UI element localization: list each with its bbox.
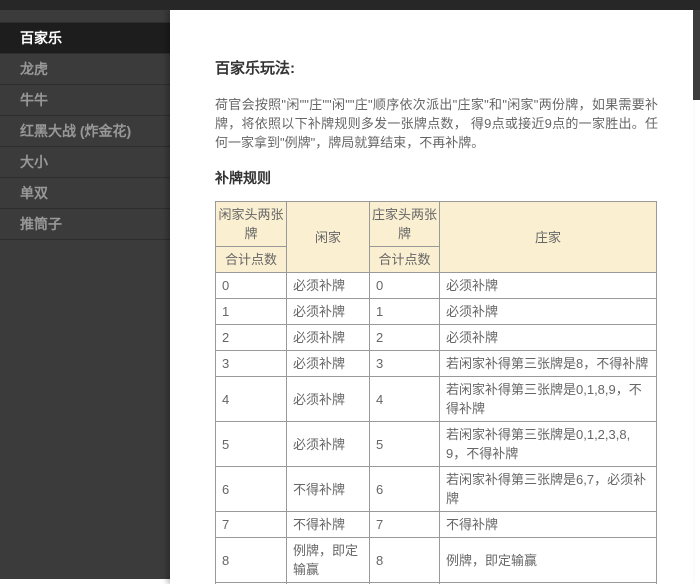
cell-banker-rule: 例牌，即定输赢 — [440, 538, 657, 583]
table-row: 8例牌，即定输赢8例牌，即定输赢 — [216, 538, 657, 583]
cell-banker-points: 1 — [370, 299, 440, 325]
cell-banker-points: 8 — [370, 538, 440, 583]
page-title: 百家乐玩法: — [215, 57, 658, 78]
cell-banker-points: 0 — [370, 273, 440, 299]
sidebar-item-2[interactable]: 牛牛 — [0, 85, 170, 116]
table-row: 0必须补牌0必须补牌 — [216, 273, 657, 299]
cell-player-points: 2 — [216, 325, 287, 351]
header-banker-two-cards: 庄家头两张牌 — [370, 202, 440, 247]
sidebar-item-0[interactable]: 百家乐 — [0, 23, 170, 54]
cell-banker-points: 4 — [370, 377, 440, 422]
cell-banker-points: 5 — [370, 422, 440, 467]
header-player-two-cards: 闲家头两张牌 — [216, 202, 287, 247]
sidebar-item-5[interactable]: 单双 — [0, 178, 170, 209]
cell-player-points: 6 — [216, 467, 287, 512]
cell-player-rule: 必须补牌 — [287, 299, 370, 325]
sidebar-menu: 百家乐龙虎牛牛红黑大战 (炸金花)大小单双推筒子 — [0, 22, 170, 240]
scrollbar-thumb[interactable] — [693, 10, 700, 100]
cell-banker-rule: 不得补牌 — [440, 512, 657, 538]
cell-player-rule: 必须补牌 — [287, 351, 370, 377]
header-player: 闲家 — [287, 202, 370, 273]
cell-player-rule: 必须补牌 — [287, 377, 370, 422]
table-row: 1必须补牌1必须补牌 — [216, 299, 657, 325]
cell-banker-points: 6 — [370, 467, 440, 512]
content-panel: 百家乐玩法: 荷官会按照"闲""庄""闲""庄"顺序依次派出"庄家"和"闲家"两… — [170, 10, 693, 584]
game-description: 荷官会按照"闲""庄""闲""庄"顺序依次派出"庄家"和"闲家"两份牌，如果需要… — [215, 95, 658, 152]
sidebar-item-3[interactable]: 红黑大战 (炸金花) — [0, 116, 170, 147]
cell-player-rule: 必须补牌 — [287, 422, 370, 467]
cell-player-rule: 不得补牌 — [287, 467, 370, 512]
cell-player-points: 8 — [216, 538, 287, 583]
cell-player-rule: 必须补牌 — [287, 325, 370, 351]
cell-player-points: 0 — [216, 273, 287, 299]
cell-banker-rule: 若闲家补得第三张牌是6,7，必须补牌 — [440, 467, 657, 512]
cell-banker-points: 2 — [370, 325, 440, 351]
rules-title: 补牌规则 — [215, 168, 658, 188]
header-banker: 庄家 — [440, 202, 657, 273]
header-banker-total: 合计点数 — [370, 247, 440, 273]
rules-table-body: 0必须补牌0必须补牌1必须补牌1必须补牌2必须补牌2必须补牌3必须补牌3若闲家补… — [216, 273, 657, 584]
cell-banker-rule: 必须补牌 — [440, 325, 657, 351]
sidebar-footer-gap — [0, 579, 170, 584]
rules-table: 闲家头两张牌 闲家 庄家头两张牌 庄家 合计点数 合计点数 0必须补牌0必须补牌… — [215, 201, 657, 584]
cell-player-rule: 例牌，即定输赢 — [287, 538, 370, 583]
cell-banker-rule: 必须补牌 — [440, 273, 657, 299]
cell-player-rule: 必须补牌 — [287, 273, 370, 299]
cell-banker-rule: 若闲家补得第三张牌是0,1,8,9，不得补牌 — [440, 377, 657, 422]
cell-banker-rule: 若闲家补得第三张牌是0,1,2,3,8,9，不得补牌 — [440, 422, 657, 467]
sidebar-item-1[interactable]: 龙虎 — [0, 54, 170, 85]
table-row: 7不得补牌7不得补牌 — [216, 512, 657, 538]
header-player-total: 合计点数 — [216, 247, 287, 273]
table-row: 2必须补牌2必须补牌 — [216, 325, 657, 351]
cell-player-points: 5 — [216, 422, 287, 467]
sidebar: 百家乐龙虎牛牛红黑大战 (炸金花)大小单双推筒子 — [0, 10, 170, 579]
sidebar-item-4[interactable]: 大小 — [0, 147, 170, 178]
cell-player-points: 7 — [216, 512, 287, 538]
cell-player-points: 4 — [216, 377, 287, 422]
top-bar — [0, 0, 700, 10]
cell-player-points: 3 — [216, 351, 287, 377]
cell-banker-points: 7 — [370, 512, 440, 538]
table-row: 5必须补牌5若闲家补得第三张牌是0,1,2,3,8,9，不得补牌 — [216, 422, 657, 467]
cell-banker-points: 3 — [370, 351, 440, 377]
table-row: 6不得补牌6若闲家补得第三张牌是6,7，必须补牌 — [216, 467, 657, 512]
cell-player-points: 1 — [216, 299, 287, 325]
table-row: 3必须补牌3若闲家补得第三张牌是8，不得补牌 — [216, 351, 657, 377]
table-row: 4必须补牌4若闲家补得第三张牌是0,1,8,9，不得补牌 — [216, 377, 657, 422]
sidebar-item-6[interactable]: 推筒子 — [0, 209, 170, 240]
cell-banker-rule: 必须补牌 — [440, 299, 657, 325]
cell-player-rule: 不得补牌 — [287, 512, 370, 538]
cell-banker-rule: 若闲家补得第三张牌是8，不得补牌 — [440, 351, 657, 377]
